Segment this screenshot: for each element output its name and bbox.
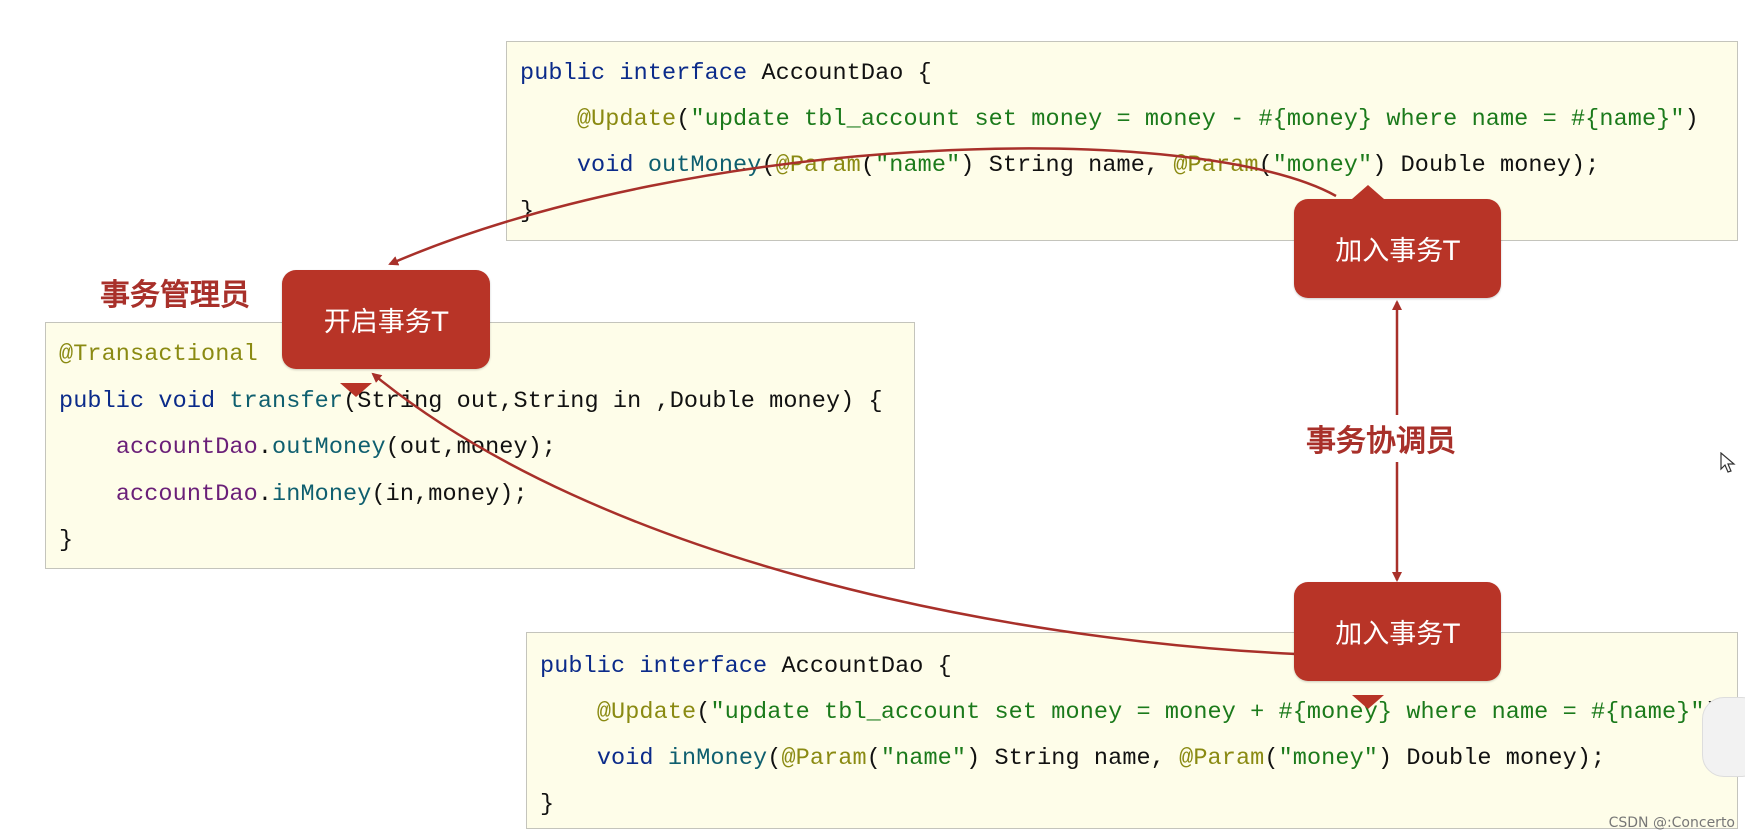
overlay-widget[interactable] bbox=[1702, 697, 1745, 777]
flow-arrows bbox=[371, 147, 1402, 656]
transaction-manager-label: 事务管理员 bbox=[100, 278, 250, 313]
join-transaction-bottom-bubble: 加入事务T bbox=[1294, 582, 1501, 709]
arrow-join-bottom-to-manager bbox=[371, 372, 1297, 656]
begin-transaction-bubble: 开启事务T bbox=[282, 270, 490, 397]
mouse-pointer-icon bbox=[1720, 452, 1736, 473]
join-transaction-top-bubble: 加入事务T bbox=[1294, 185, 1501, 298]
arrow-join-top-to-manager bbox=[388, 147, 1337, 266]
join-transaction-top-label: 加入事务T bbox=[1335, 236, 1460, 267]
transaction-coordinator-label: 事务协调员 bbox=[1306, 424, 1456, 459]
join-transaction-bottom-label: 加入事务T bbox=[1335, 619, 1460, 650]
watermark: CSDN @:Concerto bbox=[1608, 815, 1735, 831]
begin-transaction-label: 开启事务T bbox=[323, 307, 449, 338]
